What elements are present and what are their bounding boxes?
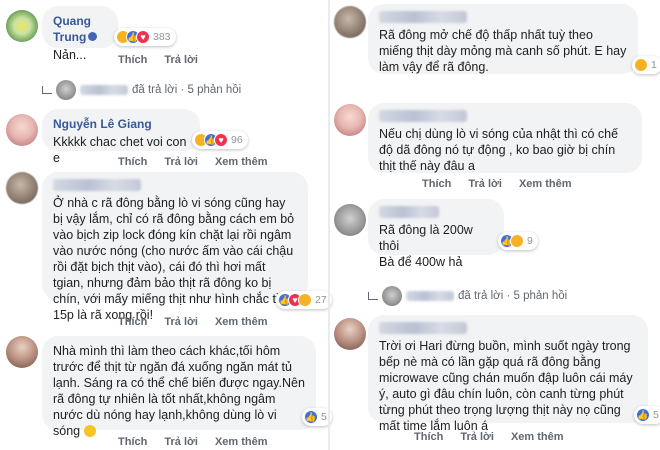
comment-text: Rã đông là 200w thôi Bà để 400w hả: [379, 223, 473, 269]
reply-button[interactable]: Trả lời: [468, 178, 502, 190]
see-more-button[interactable]: Xem thêm: [215, 316, 268, 328]
comment-bubble: Quang Trung Nản...: [42, 6, 118, 62]
reaction-summary[interactable]: 👍 9: [498, 232, 538, 250]
comment-text: Rã đông mở chế độ thấp nhất tuỳ theo miế…: [379, 28, 627, 74]
reaction-summary[interactable]: 👍 5: [634, 406, 660, 424]
reply-button[interactable]: Trả lời: [164, 436, 198, 448]
reply-button[interactable]: Trả lời: [460, 431, 494, 443]
comment-bubble: Trời ơi Hari đừng buồn, mình suốt ngày t…: [368, 315, 648, 433]
comment-actions: Thích Trả lời Xem thêm: [118, 316, 282, 328]
blurred-username: [406, 291, 454, 301]
avatar: [382, 286, 402, 306]
like-reaction-icon: 👍: [636, 408, 650, 422]
comment-actions: Thích Trả lời: [118, 54, 212, 66]
replies-count-text: đã trả lời · 5 phản hồi: [132, 84, 242, 96]
like-button[interactable]: Thích: [118, 316, 147, 328]
reaction-count: 5: [653, 409, 659, 421]
avatar[interactable]: [334, 6, 366, 38]
comment-actions: Thích Trả lời Xem thêm: [422, 178, 586, 190]
haha-reaction-icon: [634, 58, 648, 72]
like-button[interactable]: Thích: [118, 54, 147, 66]
comment-actions: Thích Trả lời Xem thêm: [118, 156, 282, 168]
comment-text: Nếu chị dùng lò vi sóng của nhật thì có …: [379, 127, 619, 173]
replies-link[interactable]: đã trả lời · 5 phản hồi: [368, 286, 567, 306]
avatar[interactable]: [6, 114, 38, 146]
comment-author[interactable]: Nguyễn Lê Giang: [53, 116, 189, 132]
avatar[interactable]: [334, 104, 366, 136]
comment-actions: Thích Trả lời Xem thêm: [118, 436, 282, 448]
reaction-count: 27: [315, 294, 327, 306]
blurred-username: [379, 11, 467, 23]
see-more-button[interactable]: Xem thêm: [519, 178, 572, 190]
reaction-summary[interactable]: 👍 ♥ 383: [114, 28, 176, 46]
reaction-summary[interactable]: 1: [632, 56, 660, 74]
comment-text: Nản...: [53, 48, 87, 62]
see-more-button[interactable]: Xem thêm: [215, 436, 268, 448]
comment-text: Nhà mình thì làm theo cách khác,tối hôm …: [53, 344, 305, 438]
reaction-count: 383: [153, 31, 171, 43]
blurred-username: [53, 179, 141, 191]
reply-button[interactable]: Trả lời: [164, 316, 198, 328]
reply-arrow-icon: [368, 292, 378, 300]
reaction-count: 9: [527, 235, 533, 247]
blurred-username: [80, 85, 128, 95]
comment-bubble: Rã đông mở chế độ thấp nhất tuỳ theo miế…: [368, 4, 638, 74]
love-reaction-icon: ♥: [136, 30, 150, 44]
avatar[interactable]: [334, 318, 366, 350]
comment-author[interactable]: Quang Trung: [53, 13, 107, 45]
reply-arrow-icon: [42, 86, 52, 94]
like-button[interactable]: Thích: [422, 178, 451, 190]
reaction-summary[interactable]: 👍 ♥ 96: [192, 131, 248, 149]
avatar[interactable]: [334, 204, 366, 236]
haha-reaction-icon: [510, 234, 524, 248]
comment-bubble: Nguyễn Lê Giang Kkkkk chac chet voi con …: [42, 109, 200, 165]
reaction-count: 1: [651, 59, 657, 71]
blurred-username: [379, 322, 467, 334]
avatar[interactable]: [6, 172, 38, 204]
replies-link[interactable]: đã trả lời · 5 phản hồi: [42, 80, 241, 100]
like-button[interactable]: Thích: [118, 156, 147, 168]
avatar[interactable]: [6, 336, 38, 368]
like-button[interactable]: Thích: [414, 431, 443, 443]
reply-button[interactable]: Trả lời: [164, 54, 198, 66]
haha-reaction-icon: [298, 293, 312, 307]
replies-count-text: đã trả lời · 5 phản hồi: [458, 290, 568, 302]
reaction-summary[interactable]: 👍 ♥ 27: [276, 291, 332, 309]
reaction-count: 5: [321, 411, 327, 423]
left-comments-column: Quang Trung Nản... 👍 ♥ 383 Thích Trả lời…: [0, 0, 332, 450]
avatar: [56, 80, 76, 100]
comment-bubble: Ở nhà c rã đông bằng lò vi sóng cũng hay…: [42, 172, 308, 322]
blurred-username: [379, 110, 467, 122]
avatar[interactable]: [6, 10, 38, 42]
comment-bubble: Nhà mình thì làm theo cách khác,tối hôm …: [42, 336, 316, 438]
reaction-count: 96: [231, 134, 243, 146]
reply-button[interactable]: Trả lời: [164, 156, 198, 168]
comment-text: Ở nhà c rã đông bằng lò vi sóng cũng hay…: [53, 196, 295, 322]
verified-icon: [88, 32, 98, 41]
see-more-button[interactable]: Xem thêm: [511, 431, 564, 443]
like-button[interactable]: Thích: [118, 436, 147, 448]
love-reaction-icon: ♥: [214, 133, 228, 147]
blurred-username: [379, 206, 439, 218]
like-reaction-icon: 👍: [304, 410, 318, 424]
comment-bubble: Rã đông là 200w thôi Bà để 400w hả: [368, 199, 504, 269]
see-more-button[interactable]: Xem thêm: [215, 156, 268, 168]
smile-emoji-icon: [83, 425, 96, 437]
comment-actions: Thích Trả lời Xem thêm: [414, 431, 578, 443]
comment-bubble: Nếu chị dùng lò vi sóng của nhật thì có …: [368, 103, 642, 173]
right-comments-column: Rã đông mở chế độ thấp nhất tuỳ theo miế…: [330, 0, 660, 450]
comment-text: Trời ơi Hari đừng buồn, mình suốt ngày t…: [379, 339, 633, 433]
